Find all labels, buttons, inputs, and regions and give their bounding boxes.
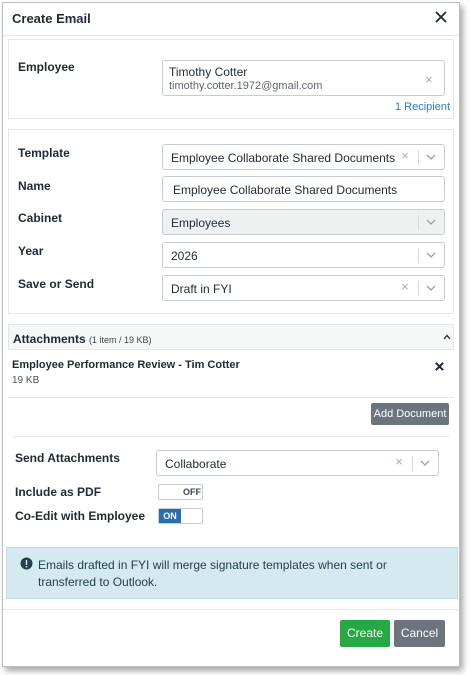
- clear-template-icon[interactable]: ×: [399, 149, 411, 162]
- recipients-link[interactable]: 1 Recipient: [395, 101, 450, 113]
- send-attachments-label: Send Attachments: [15, 451, 120, 465]
- toggle-on-state: ON: [159, 509, 181, 523]
- employee-email: timothy.cotter.1972@gmail.com: [169, 80, 323, 92]
- email-settings-section: Template Employee Collaborate Shared Doc…: [8, 129, 454, 314]
- save-or-send-select[interactable]: Draft in FYI ×: [162, 275, 445, 301]
- co-edit-label: Co-Edit with Employee: [15, 509, 146, 523]
- chevron-down-icon[interactable]: [425, 152, 437, 162]
- save-or-send-label: Save or Send: [18, 277, 95, 291]
- cancel-button[interactable]: Cancel: [394, 620, 445, 647]
- chevron-down-icon[interactable]: [425, 283, 437, 293]
- year-label: Year: [18, 244, 44, 258]
- employee-name: Timothy Cotter: [169, 65, 248, 79]
- name-value: Employee Collaborate Shared Documents: [173, 183, 398, 197]
- save-separator: [418, 281, 419, 296]
- attachment-name: Employee Performance Review - Tim Cotter: [12, 359, 240, 371]
- close-icon[interactable]: [433, 9, 449, 25]
- template-label: Template: [18, 146, 70, 160]
- attachment-size: 19 KB: [12, 375, 40, 386]
- year-value: 2026: [171, 249, 198, 263]
- name-input[interactable]: Employee Collaborate Shared Documents: [162, 176, 445, 202]
- chevron-down-icon: [426, 219, 436, 225]
- name-label: Name: [18, 179, 51, 193]
- clear-send-icon[interactable]: ×: [393, 455, 405, 468]
- chevron-up-icon[interactable]: [442, 333, 452, 341]
- year-separator: [418, 248, 419, 263]
- clear-save-icon[interactable]: ×: [399, 280, 411, 293]
- save-or-send-value: Draft in FYI: [171, 282, 232, 296]
- employee-label: Employee: [18, 60, 75, 74]
- employee-section: Employee Timothy Cotter timothy.cotter.1…: [8, 39, 454, 119]
- toggle-off-state: OFF: [183, 487, 201, 497]
- template-select[interactable]: Employee Collaborate Shared Documents ×: [162, 144, 445, 170]
- template-separator: [418, 150, 419, 165]
- create-button[interactable]: Create: [340, 620, 390, 647]
- cabinet-select: Employees: [162, 209, 445, 235]
- attachments-count: (1 item / 19 KB): [89, 335, 152, 345]
- info-icon: [20, 557, 33, 570]
- chevron-down-icon[interactable]: [425, 250, 437, 260]
- dialog-title: Create Email: [12, 11, 91, 26]
- cabinet-label: Cabinet: [18, 211, 63, 225]
- cabinet-separator: [418, 215, 419, 230]
- employee-selector[interactable]: Timothy Cotter timothy.cotter.1972@gmail…: [162, 60, 445, 96]
- send-separator: [412, 456, 413, 471]
- attachments-title: Attachments (1 item / 19 KB): [13, 332, 152, 346]
- divider: [13, 436, 449, 437]
- attachments-header[interactable]: Attachments (1 item / 19 KB): [8, 324, 454, 350]
- send-attachments-select[interactable]: Collaborate ×: [156, 450, 439, 476]
- template-value: Employee Collaborate Shared Documents: [171, 151, 396, 165]
- year-select[interactable]: 2026: [162, 242, 445, 268]
- send-attachments-value: Collaborate: [165, 457, 227, 471]
- co-edit-toggle[interactable]: ON: [158, 508, 203, 524]
- cabinet-value: Employees: [171, 216, 231, 230]
- include-pdf-label: Include as PDF: [15, 485, 102, 499]
- create-email-dialog: Create Email Employee Timothy Cotter tim…: [2, 2, 460, 667]
- footer-divider: [3, 609, 459, 610]
- include-pdf-toggle[interactable]: OFF: [158, 484, 203, 500]
- chevron-down-icon[interactable]: [419, 458, 431, 468]
- attachment-item: Employee Performance Review - Tim Cotter…: [8, 351, 454, 398]
- info-banner: Emails drafted in FYI will merge signatu…: [6, 547, 458, 599]
- dialog-header: Create Email: [3, 3, 459, 36]
- add-document-button[interactable]: Add Document: [371, 403, 449, 425]
- clear-employee-icon[interactable]: ×: [425, 72, 433, 87]
- remove-attachment-icon[interactable]: [434, 361, 445, 372]
- info-message: Emails drafted in FYI will merge signatu…: [38, 558, 387, 589]
